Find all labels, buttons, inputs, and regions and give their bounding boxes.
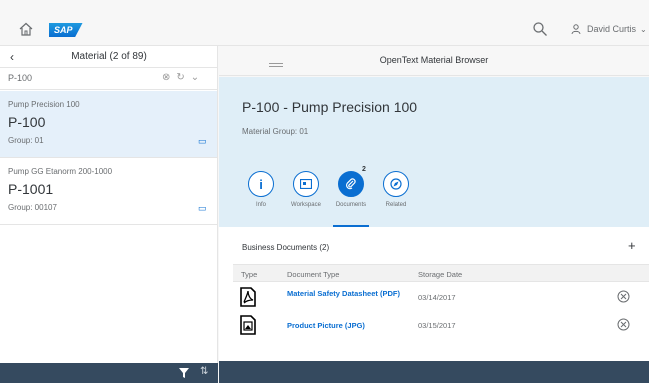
material-group: Material Group: 01 — [242, 127, 309, 136]
app-shell: SAP David Curtis ⌄ ‹ Material (2 of 89) … — [0, 0, 649, 383]
info-icon: i — [248, 171, 274, 197]
pdf-document-icon — [240, 287, 256, 307]
list-item[interactable]: Pump Precision 100 P-100 Group: 01 ▭ — [0, 91, 217, 158]
search-input[interactable]: P-100 — [8, 73, 32, 83]
add-document-button[interactable]: + — [628, 238, 636, 253]
detail-titlebar: OpenText Material Browser — [219, 46, 649, 76]
refresh-icon[interactable]: ↻ — [176, 72, 184, 83]
item-description: Pump GG Etanorm 200-1000 — [8, 167, 113, 176]
user-menu[interactable]: David Curtis ⌄ — [571, 23, 647, 35]
icon-tab-bar: i Info Workspace 2 Documents Related — [241, 166, 421, 227]
storage-date: 03/14/2017 — [418, 293, 456, 302]
master-title: Material (2 of 89) — [71, 51, 147, 62]
tab-workspace[interactable]: Workspace — [286, 171, 326, 227]
tab-label: Related — [385, 202, 407, 208]
tab-label: Documents — [335, 202, 367, 208]
chevron-down-icon[interactable]: ⌄ — [191, 72, 199, 83]
search-actions: ⊗ ↻ ⌄ — [162, 72, 199, 83]
app-title: OpenText Material Browser — [379, 55, 489, 65]
documents-table: Business Documents (2) + Type Document T… — [219, 227, 649, 361]
chevron-down-icon: ⌄ — [640, 24, 647, 34]
sap-logo: SAP — [49, 23, 83, 37]
item-group: Group: 01 — [8, 136, 44, 145]
document-name[interactable]: Product Picture (JPG) — [287, 321, 417, 330]
tab-count-badge: 2 — [362, 166, 366, 173]
workspace-icon: ▭ — [198, 203, 207, 213]
tab-info[interactable]: i Info — [241, 171, 281, 227]
tab-documents[interactable]: 2 Documents — [331, 166, 371, 227]
shell-bar: SAP David Curtis ⌄ — [0, 13, 649, 46]
storage-date: 03/15/2017 — [418, 321, 456, 330]
master-footer: ⇅ — [0, 363, 218, 383]
user-icon — [571, 24, 581, 35]
tab-label: Workspace — [291, 202, 321, 208]
clear-icon[interactable]: ⊗ — [162, 72, 170, 83]
master-list: ‹ Material (2 of 89) P-100 ⊗ ↻ ⌄ Pump Pr… — [0, 46, 218, 383]
user-name: David Curtis — [587, 24, 637, 34]
document-name[interactable]: Material Safety Datasheet (PDF) — [287, 289, 417, 298]
related-icon — [383, 171, 409, 197]
workspace-icon: ▭ — [198, 136, 207, 146]
table-row[interactable]: Product Picture (JPG) 03/15/2017 — [233, 312, 649, 337]
item-group: Group: 00107 — [8, 203, 57, 212]
column-header-storage-date: Storage Date — [418, 270, 463, 279]
detail-page: OpenText Material Browser P-100 - Pump P… — [219, 46, 649, 383]
delete-icon[interactable] — [617, 290, 630, 303]
workspace-icon — [293, 171, 319, 197]
list-item[interactable]: Pump GG Etanorm 200-1000 P-1001 Group: 0… — [0, 158, 217, 225]
sort-icon[interactable]: ⇅ — [200, 366, 208, 377]
home-icon[interactable] — [18, 21, 34, 37]
tab-related[interactable]: Related — [376, 171, 416, 227]
table-header: Type Document Type Storage Date — [233, 264, 649, 282]
image-document-icon — [240, 315, 256, 335]
table-title: Business Documents (2) — [242, 243, 330, 252]
detail-footer — [219, 361, 649, 383]
column-header-document-type: Document Type — [287, 270, 340, 279]
page-title: P-100 - Pump Precision 100 — [242, 99, 418, 115]
master-header: ‹ Material (2 of 89) — [0, 46, 217, 68]
object-header: P-100 - Pump Precision 100 Material Grou… — [219, 77, 649, 227]
tab-label: Info — [255, 202, 266, 208]
search-icon[interactable] — [532, 21, 548, 37]
table-row[interactable]: Material Safety Datasheet (PDF) 03/14/20… — [233, 284, 649, 309]
delete-icon[interactable] — [617, 318, 630, 331]
search-field[interactable]: P-100 ⊗ ↻ ⌄ — [0, 68, 217, 90]
column-header-type: Type — [241, 270, 258, 279]
paperclip-icon — [338, 171, 364, 197]
item-number: P-100 — [8, 114, 46, 130]
item-description: Pump Precision 100 — [8, 100, 80, 109]
item-number: P-1001 — [8, 181, 54, 197]
filter-icon[interactable] — [179, 368, 189, 378]
